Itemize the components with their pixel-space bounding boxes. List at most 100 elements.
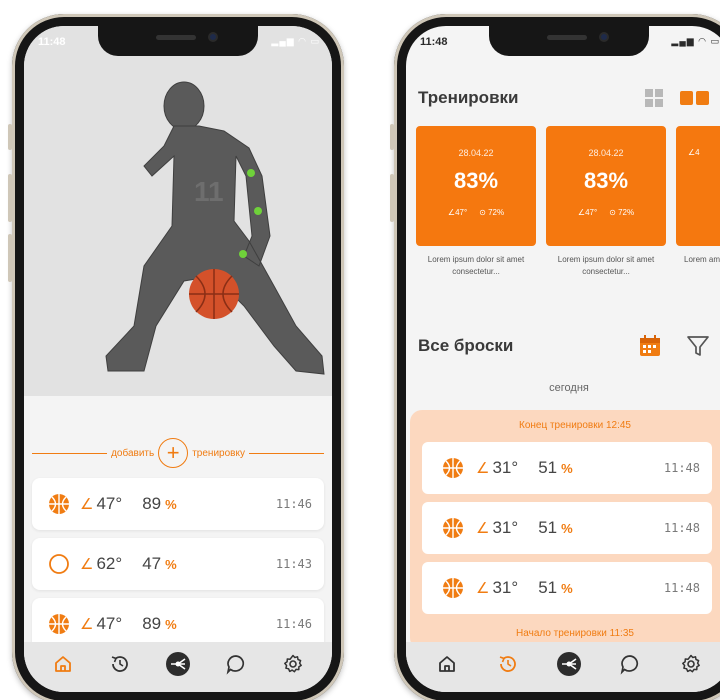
shot-time: 11:48 [663, 581, 700, 595]
degree-sign: ° [115, 494, 123, 513]
shoot-icon[interactable] [163, 649, 193, 679]
angle-icon: ∠ [476, 520, 490, 537]
training-percent: 83% [583, 168, 629, 193]
shot-time: 11:43 [275, 557, 312, 571]
percent-sign: % [165, 616, 177, 632]
calendar-icon[interactable] [638, 334, 662, 363]
status-icons: ▂▄▆ ◠ ▭ [671, 36, 720, 46]
phone-right: 11:48 ▂▄▆ ◠ ▭ Тренировки 28.04.22 83% ∠4… [390, 14, 720, 700]
training-label: тренировку [192, 447, 245, 459]
shot-percent: 51 [538, 518, 558, 537]
shoot-icon[interactable] [554, 649, 584, 679]
list-view-icon[interactable] [680, 91, 710, 110]
shot-angle: 31 [492, 578, 512, 597]
degree-sign: ° [511, 458, 519, 477]
training-card[interactable]: 28.04.22 83% ∠47° ⊙ 72% [546, 126, 666, 246]
notch [489, 26, 649, 56]
status-time: 11:48 [38, 36, 66, 48]
chat-icon[interactable] [615, 649, 645, 679]
shot-card[interactable]: ∠ 62 ° 47 % 11:43 [32, 538, 324, 590]
basketball-icon [443, 578, 463, 598]
shot-card[interactable]: ∠ 31 ° 51 % 11:48 [422, 502, 712, 554]
add-training-button[interactable]: + [158, 438, 189, 468]
degree-sign: ° [511, 518, 519, 537]
player-illustration: 11 [24, 26, 332, 396]
phone-left: 11:48 ▂▄▆ ◠ ▭ 11 добавить + тренировку ∠… [8, 14, 344, 700]
training-caption: Lorem ipsum dolor sit amet consectetur..… [427, 255, 525, 276]
training-angle: ∠47° [447, 208, 468, 217]
home-icon[interactable] [48, 649, 78, 679]
basketball-image [189, 269, 239, 319]
add-training-row: добавить + тренировку [32, 438, 325, 468]
percent-sign: % [561, 460, 573, 476]
settings-icon[interactable] [676, 649, 706, 679]
circle-outline-icon [49, 554, 69, 574]
degree-sign: ° [115, 614, 123, 633]
shot-angle: 47 [96, 494, 116, 513]
training-card[interactable]: ∠4 [676, 126, 720, 246]
shot-time: 11:46 [275, 497, 312, 511]
trainings-title: Тренировки [418, 88, 519, 107]
tab-bar [406, 642, 720, 692]
tab-bar [24, 642, 332, 692]
angle-icon: ∠ [80, 556, 94, 573]
sensor-dot [239, 250, 247, 258]
angle-icon: ∠ [80, 496, 94, 513]
angle-icon: ∠ [80, 616, 94, 633]
filter-icon[interactable] [686, 334, 710, 363]
shot-time: 11:48 [663, 521, 700, 535]
shot-percent: 89 [142, 614, 162, 633]
degree-sign: ° [115, 554, 123, 573]
training-caption: Lorem ipsum dolor sit amet consectetur..… [557, 255, 655, 276]
basketball-icon [443, 458, 463, 478]
phone-side-button [8, 174, 12, 222]
training-card[interactable]: 28.04.22 83% ∠47° ⊙ 72% [416, 126, 536, 246]
training-angle: ∠4 [688, 148, 700, 157]
home-icon[interactable] [432, 649, 462, 679]
settings-icon[interactable] [278, 649, 308, 679]
sensor-dot [247, 169, 255, 177]
shot-angle: 62 [96, 554, 116, 573]
angle-icon: ∠ [476, 580, 490, 597]
shot-time: 11:46 [275, 617, 312, 631]
chat-icon[interactable] [221, 649, 251, 679]
status-time: 11:48 [420, 36, 448, 48]
phone-side-button [8, 234, 12, 282]
jersey-number: 11 [194, 176, 224, 207]
percent-sign: % [165, 496, 177, 512]
history-icon[interactable] [105, 649, 135, 679]
percent-sign: % [561, 580, 573, 596]
shot-card[interactable]: ∠ 47 ° 89 % 11:46 [32, 478, 324, 530]
basketball-icon [443, 518, 463, 538]
shot-percent: 51 [538, 578, 558, 597]
screen-right: 11:48 ▂▄▆ ◠ ▭ Тренировки 28.04.22 83% ∠4… [406, 26, 720, 692]
shot-percent: 47 [142, 554, 162, 573]
training-accuracy: ⊙ 72% [479, 208, 505, 217]
shot-card[interactable]: ∠ 31 ° 51 % 11:48 [422, 442, 712, 494]
training-date: 28.04.22 [458, 148, 494, 158]
history-icon[interactable] [493, 649, 523, 679]
shot-percent: 51 [538, 458, 558, 477]
shot-angle: 31 [492, 458, 512, 477]
grid-view-icon[interactable] [644, 88, 664, 113]
shot-time: 11:48 [663, 461, 700, 475]
divider-line [32, 452, 108, 454]
sensor-dot [254, 207, 262, 215]
shot-card[interactable]: ∠ 31 ° 51 % 11:48 [422, 562, 712, 614]
phone-side-button [390, 174, 394, 222]
notch [98, 26, 258, 56]
angle-icon: ∠ [476, 460, 490, 477]
today-label: сегодня [549, 382, 589, 394]
percent-sign: % [561, 520, 573, 536]
shot-percent: 89 [142, 494, 162, 513]
basketball-icon [49, 494, 69, 514]
session-end-label: Конец тренировки 12:45 [519, 420, 631, 431]
all-shots-title: Все броски [418, 336, 514, 355]
training-caption: Lorem am [684, 255, 720, 264]
session-start-label: Начало тренировки 11:35 [516, 628, 634, 639]
basketball-icon [49, 614, 69, 634]
status-icons: ▂▄▆ ◠ ▭ [271, 36, 320, 46]
training-percent: 83% [453, 168, 499, 193]
degree-sign: ° [511, 578, 519, 597]
percent-sign: % [165, 556, 177, 572]
